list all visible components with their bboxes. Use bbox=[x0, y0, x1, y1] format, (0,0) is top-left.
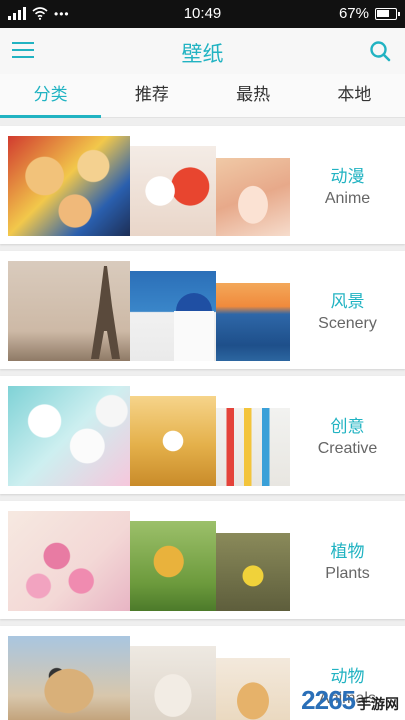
plants-thumbnail-3 bbox=[216, 533, 290, 611]
category-name-en: Anime bbox=[324, 190, 371, 207]
category-card-anime[interactable]: 动漫 Anime bbox=[0, 126, 405, 244]
tab-bar: 分类 推荐 最热 本地 bbox=[0, 74, 405, 118]
watermark-brand: 2265 bbox=[301, 685, 356, 715]
category-list: 动漫 Anime 风景 Scenery 创意 Creative 植物 Plant… bbox=[0, 118, 405, 720]
creative-thumbnail-2 bbox=[130, 396, 216, 486]
category-name-cn: 创意 bbox=[330, 417, 365, 437]
category-name-cn: 动物 bbox=[330, 667, 365, 687]
category-name-cn: 植物 bbox=[330, 542, 365, 562]
category-name-en: Scenery bbox=[318, 315, 377, 332]
scenery-thumbnail-1 bbox=[8, 261, 130, 361]
anime-thumbnail-2 bbox=[130, 146, 216, 236]
watermark-suffix: 手游网 bbox=[357, 696, 399, 712]
animals-thumbnail-3 bbox=[216, 658, 290, 720]
tab-recommended[interactable]: 推荐 bbox=[101, 74, 202, 117]
plants-thumbnail-1 bbox=[8, 511, 130, 611]
category-name-en: Creative bbox=[317, 440, 378, 457]
status-bar: ••• 10:49 67% bbox=[0, 0, 405, 28]
tab-local[interactable]: 本地 bbox=[304, 74, 405, 117]
category-card-scenery[interactable]: 风景 Scenery bbox=[0, 251, 405, 369]
anime-thumbnail-3 bbox=[216, 158, 290, 236]
animals-thumbnail-2 bbox=[130, 646, 216, 720]
creative-thumbnail-1 bbox=[8, 386, 130, 486]
scenery-thumbnail-2 bbox=[130, 271, 216, 361]
eiffel-tower-icon bbox=[91, 266, 120, 359]
anime-thumbnail-1 bbox=[8, 136, 130, 236]
search-icon[interactable] bbox=[369, 40, 391, 62]
category-name-cn: 风景 bbox=[330, 292, 365, 312]
category-name-en: Plants bbox=[325, 565, 370, 582]
scenery-thumbnail-3 bbox=[216, 283, 290, 361]
page-title: 壁纸 bbox=[181, 42, 224, 66]
tab-category[interactable]: 分类 bbox=[0, 74, 102, 118]
category-card-creative[interactable]: 创意 Creative bbox=[0, 376, 405, 494]
plants-thumbnail-2 bbox=[130, 521, 216, 611]
creative-thumbnail-3 bbox=[216, 408, 290, 486]
animals-thumbnail-1 bbox=[8, 636, 130, 720]
status-right: 67% bbox=[338, 5, 400, 22]
watermark-logo: 2265 手游网 bbox=[301, 685, 399, 716]
battery-percent: 67% bbox=[338, 5, 369, 22]
battery-icon bbox=[375, 7, 400, 20]
category-card-plants[interactable]: 植物 Plants bbox=[0, 501, 405, 619]
tab-hottest[interactable]: 最热 bbox=[203, 74, 304, 117]
app-bar: 壁纸 bbox=[0, 28, 405, 74]
category-name-cn: 动漫 bbox=[330, 167, 365, 187]
